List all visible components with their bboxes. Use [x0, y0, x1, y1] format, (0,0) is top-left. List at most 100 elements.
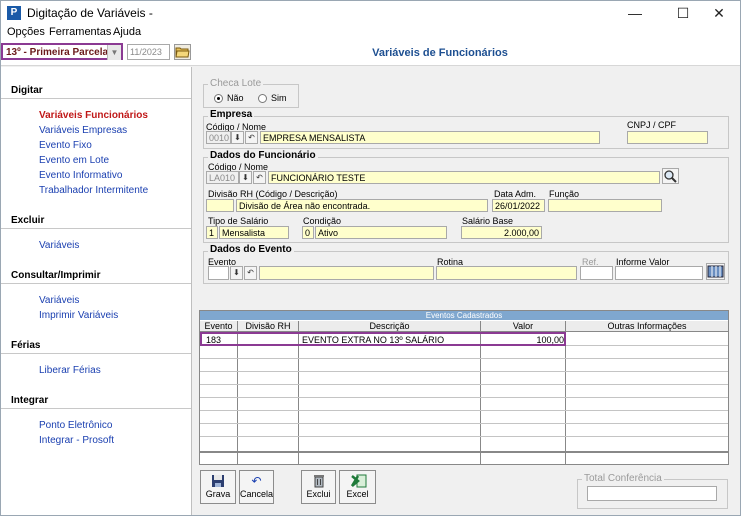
divisao-codigo-field[interactable]: [206, 199, 234, 212]
competencia-field[interactable]: 11/2023: [127, 44, 170, 60]
sidebar-item-ponto-eletronico[interactable]: Ponto Eletrônico: [39, 420, 112, 431]
period-select[interactable]: 13º - Primeira Parcela ▼: [1, 43, 123, 60]
chevron-down-icon[interactable]: ▼: [107, 45, 121, 60]
data-adm-field[interactable]: 26/01/2022: [492, 199, 545, 212]
page-title: Variáveis de Funcionários: [372, 47, 508, 59]
grid-divider: [200, 384, 728, 385]
sidebar-item-integrar-prosoft[interactable]: Integrar - Prosoft: [39, 435, 114, 446]
minimize-button[interactable]: —: [613, 2, 657, 25]
exclui-label: Exclui: [306, 489, 331, 499]
sidebar-item-variaveis-funcionarios[interactable]: Variáveis Funcionários: [39, 110, 148, 121]
eventos-grid: Eventos Cadastrados Evento Divisão RH De…: [199, 310, 729, 465]
ref-field[interactable]: [580, 266, 613, 280]
download-icon[interactable]: ⬇: [230, 266, 243, 280]
cell-valor: 100,00: [536, 335, 564, 345]
column-header-outras[interactable]: Outras Informações: [566, 321, 728, 332]
undo-icon[interactable]: ↶: [253, 171, 266, 184]
sidebar-item-excluir-variaveis[interactable]: Variáveis: [39, 240, 79, 251]
column-header-descricao[interactable]: Descrição: [299, 321, 481, 332]
sidebar-item-consultar-variaveis[interactable]: Variáveis: [39, 295, 79, 306]
grid-title: Eventos Cadastrados: [200, 311, 728, 320]
close-button[interactable]: ✕: [697, 2, 741, 25]
divisao-descricao-field[interactable]: Divisão de Área não encontrada.: [236, 199, 488, 212]
undo-icon[interactable]: ↶: [245, 131, 258, 144]
total-title: Total Conferência: [582, 473, 664, 484]
radio-nao[interactable]: [214, 94, 223, 103]
sidebar-item-liberar-ferias[interactable]: Liberar Férias: [39, 365, 101, 376]
undo-icon[interactable]: ↶: [244, 266, 257, 280]
sidebar-section-excluir: Excluir: [11, 215, 45, 226]
sidebar-section-digitar: Digitar: [11, 85, 43, 96]
sidebar-item-evento-fixo[interactable]: Evento Fixo: [39, 140, 92, 151]
grid-divider: [480, 332, 481, 465]
grid-divider: [200, 358, 728, 359]
divisao-label: Divisão RH (Código / Descrição): [208, 189, 338, 199]
funcionario-title: Dados do Funcionário: [208, 150, 318, 161]
empresa-codigo-field[interactable]: 0010: [206, 131, 231, 144]
empresa-nome-field[interactable]: EMPRESA MENSALISTA: [260, 131, 600, 144]
grid-divider: [200, 397, 728, 398]
grid-divider: [237, 332, 238, 465]
divider: [1, 353, 191, 354]
cancela-button[interactable]: ↶ Cancela: [239, 470, 274, 504]
tipo-salario-codigo[interactable]: 1: [206, 226, 218, 239]
sidebar-section-consultar: Consultar/Imprimir: [11, 270, 101, 281]
excel-label: Excel: [346, 489, 369, 499]
column-header-evento[interactable]: Evento: [200, 321, 238, 332]
rotina-field[interactable]: [436, 266, 577, 280]
menu-ajuda[interactable]: Ajuda: [113, 26, 141, 38]
cell-descricao: EVENTO EXTRA NO 13º SALÁRIO: [302, 335, 445, 345]
sidebar-item-imprimir-variaveis[interactable]: Imprimir Variáveis: [39, 310, 118, 321]
sidebar-item-evento-informativo[interactable]: Evento Informativo: [39, 170, 122, 181]
folder-open-icon[interactable]: [174, 44, 191, 60]
divider: [1, 408, 191, 409]
funcionario-codigo-field[interactable]: LA010: [206, 171, 239, 184]
download-icon[interactable]: ⬇: [231, 131, 244, 144]
funcao-label: Função: [549, 189, 580, 199]
trash-icon: [312, 474, 326, 488]
excel-button[interactable]: Excel: [339, 470, 376, 504]
condicao-codigo[interactable]: 0: [302, 226, 314, 239]
excel-icon: [350, 474, 366, 488]
search-icon[interactable]: [662, 168, 679, 184]
radio-sim[interactable]: [258, 94, 267, 103]
data-adm-label: Data Adm.: [494, 189, 537, 199]
window-title: Digitação de Variáveis -: [27, 6, 153, 20]
sidebar-item-evento-em-lote[interactable]: Evento em Lote: [39, 155, 109, 166]
radio-sim-label: Sim: [271, 93, 287, 103]
tipo-salario-descricao[interactable]: Mensalista: [219, 226, 289, 239]
download-icon[interactable]: ⬇: [239, 171, 252, 184]
salario-base-field[interactable]: 2.000,00: [461, 226, 542, 239]
condicao-descricao[interactable]: Ativo: [315, 226, 447, 239]
save-icon: [211, 474, 225, 488]
column-header-valor[interactable]: Valor: [481, 321, 566, 332]
radio-nao-label: Não: [227, 93, 244, 103]
table-row[interactable]: 183 EVENTO EXTRA NO 13º SALÁRIO 100,00: [200, 332, 566, 346]
funcionario-nome-field[interactable]: FUNCIONÁRIO TESTE: [268, 171, 660, 184]
sidebar-section-integrar: Integrar: [11, 395, 49, 406]
cnpj-label: CNPJ / CPF: [627, 120, 677, 130]
menu-ferramentas[interactable]: Ferramentas: [49, 26, 111, 38]
column-header-divisao[interactable]: Divisão RH: [238, 321, 299, 332]
evento-title: Dados do Evento: [208, 244, 294, 255]
sidebar-item-variaveis-empresas[interactable]: Variáveis Empresas: [39, 125, 127, 136]
divider: [1, 283, 191, 284]
exclui-button[interactable]: Exclui: [301, 470, 336, 504]
menu-opcoes[interactable]: Opções: [7, 26, 45, 38]
informe-valor-field[interactable]: [615, 266, 703, 280]
total-field[interactable]: [587, 486, 717, 501]
evento-field[interactable]: [208, 266, 229, 280]
undo-icon: ↶: [251, 474, 262, 488]
grava-button[interactable]: Grava: [200, 470, 236, 504]
grid-divider: [200, 451, 728, 453]
sidebar-item-trabalhador-intermitente[interactable]: Trabalhador Intermitente: [39, 185, 148, 196]
book-icon[interactable]: [706, 263, 725, 280]
grava-label: Grava: [205, 489, 231, 499]
evento-descricao-field[interactable]: [259, 266, 434, 280]
divider: [1, 228, 191, 229]
funcao-field[interactable]: [548, 199, 662, 212]
grid-divider: [565, 332, 566, 465]
menu-bar: Opções Ferramentas Ajuda: [1, 24, 740, 40]
cnpj-field[interactable]: [627, 131, 708, 144]
tipo-salario-label: Tipo de Salário: [208, 216, 269, 226]
